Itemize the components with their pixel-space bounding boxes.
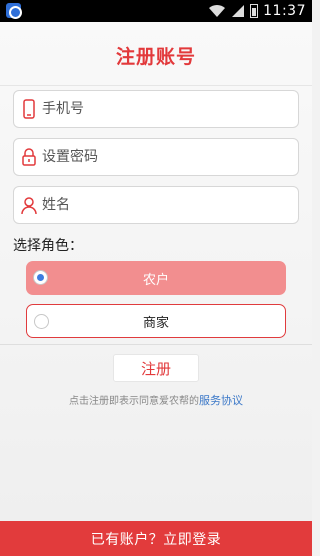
login-link-bar[interactable]: 已有账户？立即登录	[0, 521, 312, 556]
role-option-merchant[interactable]: 商家	[26, 304, 286, 338]
app-notification-icon	[6, 3, 22, 19]
role-option-farmer[interactable]: 农户	[26, 261, 286, 295]
role-label: 选择角色：	[13, 238, 83, 254]
battery-icon	[250, 4, 259, 18]
divider	[0, 344, 312, 345]
register-button[interactable]: 注册	[113, 354, 199, 382]
phone-input[interactable]	[42, 91, 292, 127]
register-page: 注册账号 选择角色： 农户 商家 注册 点击注册即表示同意爱农帮	[0, 22, 312, 556]
service-agreement-link[interactable]: 服务协议	[199, 394, 243, 407]
agreement-notice: 点击注册即表示同意爱农帮的服务协议	[0, 392, 312, 408]
user-icon	[21, 197, 37, 215]
lock-icon	[22, 148, 36, 166]
wifi-icon	[209, 4, 226, 17]
page-title: 注册账号	[115, 46, 196, 68]
password-input[interactable]	[42, 139, 292, 175]
title-divider	[0, 85, 312, 86]
status-bar: 11:37	[0, 0, 312, 22]
status-time: 11:37	[263, 3, 306, 19]
signal-icon	[232, 5, 245, 17]
role-option-label: 农户	[142, 272, 169, 288]
agreement-text: 点击注册即表示同意爱农帮的	[69, 396, 199, 407]
status-icons: 11:37	[208, 2, 306, 20]
role-option-label: 商家	[142, 315, 169, 331]
phone-icon	[23, 99, 35, 119]
name-field[interactable]	[13, 186, 299, 224]
name-input[interactable]	[42, 187, 292, 223]
phone-field[interactable]	[13, 90, 299, 128]
password-field[interactable]	[13, 138, 299, 176]
